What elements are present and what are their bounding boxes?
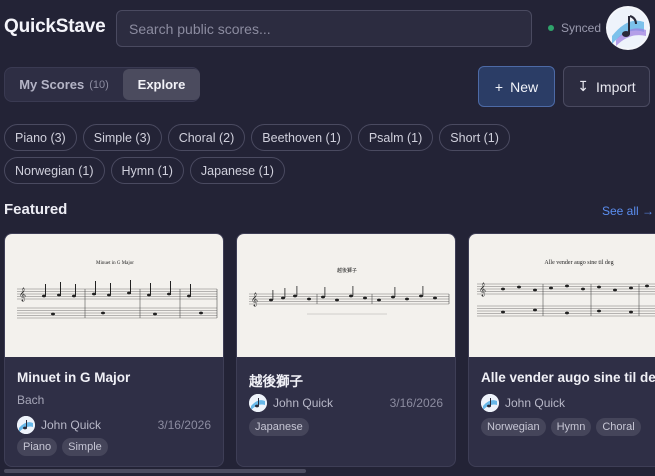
sync-status-dot xyxy=(548,25,554,31)
score-thumbnail: Minuet in G Major 𝄞 xyxy=(5,234,223,357)
tag-filter-list: Piano (3) Simple (3) Choral (2) Beethove… xyxy=(4,124,604,184)
sync-status-label: Synced xyxy=(561,21,602,35)
music-note-logo-icon xyxy=(481,394,499,412)
sync-status: Synced xyxy=(548,21,601,35)
score-author: John Quick xyxy=(505,396,566,410)
score-tags: Japanese xyxy=(249,418,309,436)
music-note-logo-icon xyxy=(249,394,267,412)
music-note-logo-icon xyxy=(608,8,648,48)
score-tag: Norwegian xyxy=(481,418,546,436)
score-thumbnail: Alle vender augo sine til deg 𝄞 xyxy=(469,234,655,357)
svg-text:𝄞: 𝄞 xyxy=(479,282,486,296)
sheet-music-preview: 越後獅子 𝄞 xyxy=(249,267,450,315)
carousel-scrollbar[interactable] xyxy=(4,469,306,473)
svg-text:𝄞: 𝄞 xyxy=(251,292,258,306)
score-tags: Norwegian Hymn Choral xyxy=(481,418,641,436)
tab-my-scores-label: My Scores xyxy=(19,77,85,92)
tag-filter-norwegian[interactable]: Norwegian (1) xyxy=(4,157,105,184)
sheet-music-preview: Alle vender augo sine til deg 𝄞 xyxy=(477,260,655,317)
score-tag: Simple xyxy=(62,438,108,456)
view-switcher: My Scores (10) Explore xyxy=(4,67,200,102)
score-tags: Piano Simple xyxy=(17,438,108,456)
featured-heading: Featured xyxy=(4,201,68,218)
tag-filter-japanese[interactable]: Japanese (1) xyxy=(189,157,285,184)
tag-filter-psalm[interactable]: Psalm (1) xyxy=(357,124,434,151)
score-thumbnail: 越後獅子 𝄞 xyxy=(237,234,455,357)
app-title: QuickStave xyxy=(4,16,106,37)
score-author-row: John Quick 3/16/2026 xyxy=(17,414,211,436)
user-avatar[interactable] xyxy=(606,6,650,50)
thumb-title: 越後獅子 xyxy=(337,267,357,274)
tag-filter-simple[interactable]: Simple (3) xyxy=(82,124,162,151)
author-avatar xyxy=(481,394,499,412)
score-title: Alle vender augo sine til deg xyxy=(481,370,655,385)
score-author-row: John Quick 3/16/2026 xyxy=(249,392,443,414)
score-tag: Choral xyxy=(596,418,641,436)
music-note-logo-icon xyxy=(17,416,35,434)
score-author: John Quick xyxy=(41,418,102,432)
author-avatar xyxy=(17,416,35,434)
score-title: Minuet in G Major xyxy=(17,370,131,385)
search-box[interactable] xyxy=(116,10,532,47)
tab-my-scores[interactable]: My Scores (10) xyxy=(5,68,123,101)
score-composer: Bach xyxy=(17,393,45,407)
svg-text:𝄞: 𝄞 xyxy=(19,287,26,301)
score-card[interactable]: Alle vender augo sine til deg 𝄞 Alle ven… xyxy=(468,233,655,467)
sheet-music-preview: Minuet in G Major 𝄞 xyxy=(17,261,218,319)
score-card[interactable]: Minuet in G Major 𝄞 Minuet in G Major Ba… xyxy=(4,233,224,467)
tab-my-scores-count: (10) xyxy=(89,78,109,91)
tag-filter-short[interactable]: Short (1) xyxy=(439,124,510,151)
score-author-row: John Quick 6c xyxy=(481,392,655,414)
score-date: 3/16/2026 xyxy=(389,396,443,410)
score-tag: Piano xyxy=(17,438,58,456)
tag-filter-hymn[interactable]: Hymn (1) xyxy=(110,157,184,184)
import-label: Import xyxy=(596,78,636,95)
tag-filter-choral[interactable]: Choral (2) xyxy=(167,124,246,151)
author-avatar xyxy=(249,394,267,412)
tag-filter-beethoven[interactable]: Beethoven (1) xyxy=(251,124,352,151)
new-score-label: New xyxy=(510,78,539,95)
score-tag: Hymn xyxy=(550,418,592,436)
thumb-title: Alle vender augo sine til deg xyxy=(544,260,613,266)
plus-icon: + xyxy=(494,78,504,95)
score-tag: Japanese xyxy=(249,418,309,436)
score-date: 3/16/2026 xyxy=(157,418,211,432)
search-input[interactable] xyxy=(117,11,531,46)
import-icon: ↧ xyxy=(577,78,590,94)
score-author: John Quick xyxy=(273,396,334,410)
featured-carousel: Minuet in G Major 𝄞 Minuet in G Major Ba… xyxy=(4,233,655,468)
tab-explore-label: Explore xyxy=(137,77,186,92)
tab-explore[interactable]: Explore xyxy=(123,69,200,100)
see-all-link[interactable]: See all → xyxy=(602,204,654,218)
tag-filter-piano[interactable]: Piano (3) xyxy=(4,124,77,151)
import-button[interactable]: ↧ Import xyxy=(563,66,650,107)
score-card[interactable]: 越後獅子 𝄞 越後獅子 John Quick 3/16/2026 Japanes… xyxy=(236,233,456,467)
score-title: 越後獅子 xyxy=(249,374,303,389)
thumb-title: Minuet in G Major xyxy=(96,261,134,266)
new-score-button[interactable]: + New xyxy=(478,66,555,107)
